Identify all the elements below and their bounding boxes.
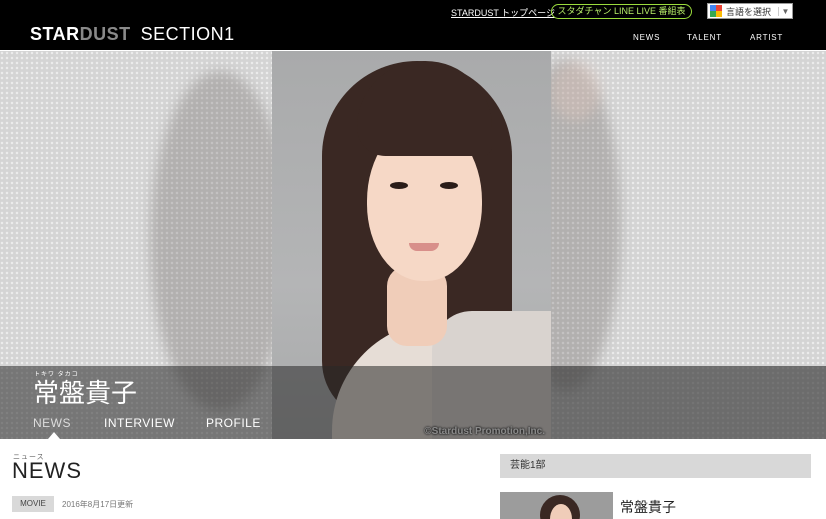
nav-artist[interactable]: ARTIST <box>750 33 783 42</box>
active-tab-indicator <box>48 432 60 439</box>
logo-dust: DUST <box>79 24 131 44</box>
news-category-badge: MOVIE <box>12 496 54 512</box>
language-select-label: 言語を選択 <box>726 6 772 17</box>
tab-profile[interactable]: PROFILE <box>206 416 261 430</box>
chevron-down-icon: ▼ <box>778 6 792 16</box>
news-date: 2016年8月17日更新 <box>62 500 134 509</box>
talent-name: 常盤貴子 <box>33 379 138 409</box>
site-logo[interactable]: STAR DUST SECTION1 <box>30 24 235 44</box>
logo-star: STAR <box>30 24 80 44</box>
talent-photo: ©Stardust Promotion,Inc. <box>272 51 551 439</box>
hero-background-right <box>511 51 826 439</box>
talent-thumbnail[interactable] <box>500 492 613 519</box>
news-heading: NEWS <box>12 458 82 483</box>
department-header: 芸能1部 <box>500 454 811 478</box>
google-icon <box>710 5 722 17</box>
language-select[interactable]: 言語を選択 ▼ <box>707 3 793 19</box>
logo-section: SECTION1 <box>140 24 235 44</box>
photo-copyright: ©Stardust Promotion,Inc. <box>424 426 545 437</box>
nav-talent[interactable]: TALENT <box>687 33 722 42</box>
site-header: STAR DUST SECTION1 STARDUST トップページ スタダチャ… <box>0 0 826 50</box>
line-live-button[interactable]: スタダチャン LINE LIVE 番組表 <box>551 4 692 19</box>
talent-card-name[interactable]: 常盤貴子 <box>620 497 676 517</box>
stardust-top-link[interactable]: STARDUST トップページ <box>451 6 555 19</box>
nav-news[interactable]: NEWS <box>633 33 660 42</box>
tab-interview[interactable]: INTERVIEW <box>104 416 175 430</box>
tab-news[interactable]: NEWS <box>33 416 71 430</box>
